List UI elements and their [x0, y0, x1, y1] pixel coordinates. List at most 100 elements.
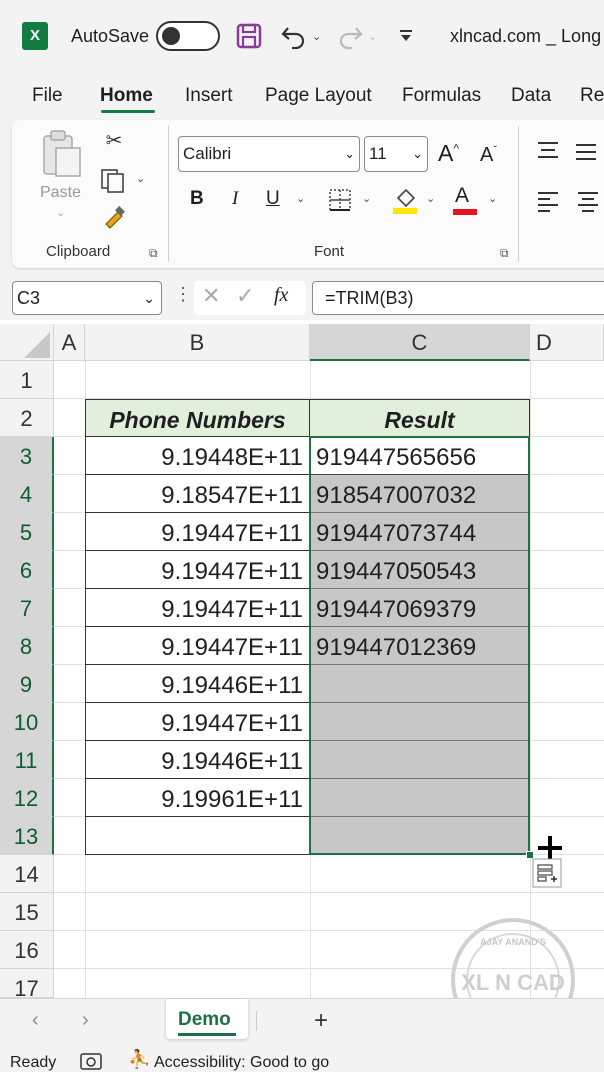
- row-header-16[interactable]: 16: [0, 931, 54, 969]
- font-color-icon[interactable]: A: [455, 184, 469, 208]
- underline-dropdown-icon[interactable]: ⌄: [296, 192, 305, 205]
- undo-dropdown-icon[interactable]: ⌄: [312, 30, 321, 43]
- cut-icon[interactable]: ✂: [102, 128, 126, 153]
- paste-dropdown-icon[interactable]: ⌄: [56, 206, 65, 219]
- redo-icon[interactable]: [336, 22, 364, 50]
- row-header-5[interactable]: 5: [0, 513, 54, 551]
- save-icon[interactable]: [236, 23, 262, 49]
- add-sheet-button[interactable]: +: [314, 1007, 328, 1035]
- select-all-triangle-icon: [24, 332, 50, 358]
- table-cell-phone[interactable]: 9.19446E+11: [85, 741, 310, 779]
- align-middle-icon[interactable]: [574, 142, 598, 162]
- tab-formulas[interactable]: Formulas: [402, 85, 481, 107]
- more-options-icon[interactable]: ⋮: [174, 284, 192, 305]
- row-header-14[interactable]: 14: [0, 855, 54, 893]
- enter-icon[interactable]: ✓: [236, 283, 254, 309]
- tab-data[interactable]: Data: [511, 85, 551, 107]
- insert-function-icon[interactable]: fx: [274, 284, 288, 307]
- borders-dropdown-icon[interactable]: ⌄: [362, 192, 371, 205]
- clipboard-dialog-launcher-icon[interactable]: ⧉: [149, 246, 158, 261]
- underline-button[interactable]: U: [266, 188, 280, 210]
- table-cell-phone[interactable]: 9.19447E+11: [85, 627, 310, 665]
- row-header-11[interactable]: 11: [0, 741, 54, 779]
- sheet-tab-bar: ‹ › Demo +: [0, 998, 604, 1045]
- font-size-value: 11: [369, 144, 387, 163]
- column-header-d[interactable]: D: [530, 324, 604, 361]
- sheet-tab-label: Demo: [178, 1009, 231, 1030]
- tab-review[interactable]: Rev: [580, 85, 604, 107]
- align-center-icon[interactable]: [576, 190, 600, 212]
- scroll-right-icon[interactable]: ›: [82, 1009, 89, 1032]
- row-header-17[interactable]: 17: [0, 969, 54, 998]
- table-cell-empty[interactable]: [85, 817, 310, 855]
- table-cell-phone[interactable]: 9.19447E+11: [85, 551, 310, 589]
- row-header-3[interactable]: 3: [0, 437, 54, 475]
- align-top-icon[interactable]: [536, 140, 560, 160]
- row-header-8[interactable]: 8: [0, 627, 54, 665]
- row-header-10[interactable]: 10: [0, 703, 54, 741]
- column-header-c[interactable]: C: [310, 324, 530, 361]
- font-size-select[interactable]: 11 ⌄: [364, 136, 428, 172]
- table-cell-phone[interactable]: 9.18547E+11: [85, 475, 310, 513]
- increase-font-size-icon[interactable]: A^: [438, 140, 459, 167]
- table-cell-phone[interactable]: 9.19961E+11: [85, 779, 310, 817]
- header-phone-numbers[interactable]: Phone Numbers: [85, 399, 310, 437]
- format-painter-icon[interactable]: [100, 206, 128, 232]
- row-header-12[interactable]: 12: [0, 779, 54, 817]
- column-header-b[interactable]: B: [85, 324, 310, 361]
- row-header-2[interactable]: 2: [0, 399, 54, 437]
- macro-recorder-icon[interactable]: [80, 1052, 102, 1070]
- fill-color-icon[interactable]: [392, 184, 420, 216]
- header-result[interactable]: Result: [310, 399, 530, 437]
- fill-color-dropdown-icon[interactable]: ⌄: [426, 192, 435, 205]
- copy-dropdown-icon[interactable]: ⌄: [136, 172, 145, 185]
- table-cell-phone[interactable]: 9.19447E+11: [85, 703, 310, 741]
- group-separator: [518, 126, 519, 262]
- font-dialog-launcher-icon[interactable]: ⧉: [500, 246, 509, 261]
- undo-icon[interactable]: [280, 22, 308, 50]
- cancel-icon[interactable]: ✕: [202, 283, 220, 309]
- font-name-value: Calibri: [183, 144, 232, 163]
- sheet-tab-demo[interactable]: Demo: [166, 999, 248, 1039]
- font-color-dropdown-icon[interactable]: ⌄: [488, 192, 497, 205]
- name-box-value: C3: [17, 288, 41, 308]
- borders-icon[interactable]: [328, 188, 352, 212]
- font-name-select[interactable]: Calibri ⌄: [178, 136, 360, 172]
- row-header-13[interactable]: 13: [0, 817, 54, 855]
- table-cell-phone[interactable]: 9.19448E+11: [85, 437, 310, 475]
- tab-file[interactable]: File: [32, 85, 63, 107]
- decrease-font-size-icon[interactable]: Aˇ: [480, 144, 497, 167]
- formula-input[interactable]: =TRIM(B3): [312, 281, 604, 315]
- copy-icon[interactable]: [100, 168, 128, 194]
- column-header-a[interactable]: A: [54, 324, 85, 361]
- select-all-button[interactable]: [0, 324, 54, 361]
- bold-button[interactable]: B: [190, 188, 204, 210]
- row-header-15[interactable]: 15: [0, 893, 54, 931]
- row-header-9[interactable]: 9: [0, 665, 54, 703]
- table-cell-phone[interactable]: 9.19446E+11: [85, 665, 310, 703]
- row-header-4[interactable]: 4: [0, 475, 54, 513]
- paste-label[interactable]: Paste: [40, 184, 81, 202]
- paste-icon[interactable]: [42, 128, 84, 178]
- row-header-6[interactable]: 6: [0, 551, 54, 589]
- name-box[interactable]: C3 ⌄: [12, 281, 162, 315]
- table-cell-phone[interactable]: 9.19447E+11: [85, 513, 310, 551]
- scroll-left-icon[interactable]: ‹: [32, 1009, 39, 1032]
- tab-page-layout[interactable]: Page Layout: [265, 85, 372, 107]
- redo-dropdown-icon[interactable]: ⌄: [368, 30, 377, 43]
- status-ready: Ready: [10, 1054, 57, 1071]
- svg-text:XL N CAD: XL N CAD: [461, 970, 565, 995]
- tab-home[interactable]: Home: [100, 85, 153, 107]
- status-accessibility[interactable]: Accessibility: Good to go: [154, 1054, 329, 1072]
- table-cell-phone[interactable]: 9.19447E+11: [85, 589, 310, 627]
- selection-border: [309, 436, 530, 855]
- customize-qat-icon[interactable]: [399, 29, 413, 43]
- row-header-1[interactable]: 1: [0, 361, 54, 399]
- accessibility-icon[interactable]: ⛹: [128, 1049, 150, 1070]
- autosave-toggle[interactable]: [156, 21, 220, 51]
- align-left-icon[interactable]: [536, 190, 560, 212]
- row-header-7[interactable]: 7: [0, 589, 54, 627]
- quick-analysis-icon[interactable]: [532, 858, 562, 888]
- tab-insert[interactable]: Insert: [185, 85, 233, 107]
- italic-button[interactable]: I: [232, 188, 238, 210]
